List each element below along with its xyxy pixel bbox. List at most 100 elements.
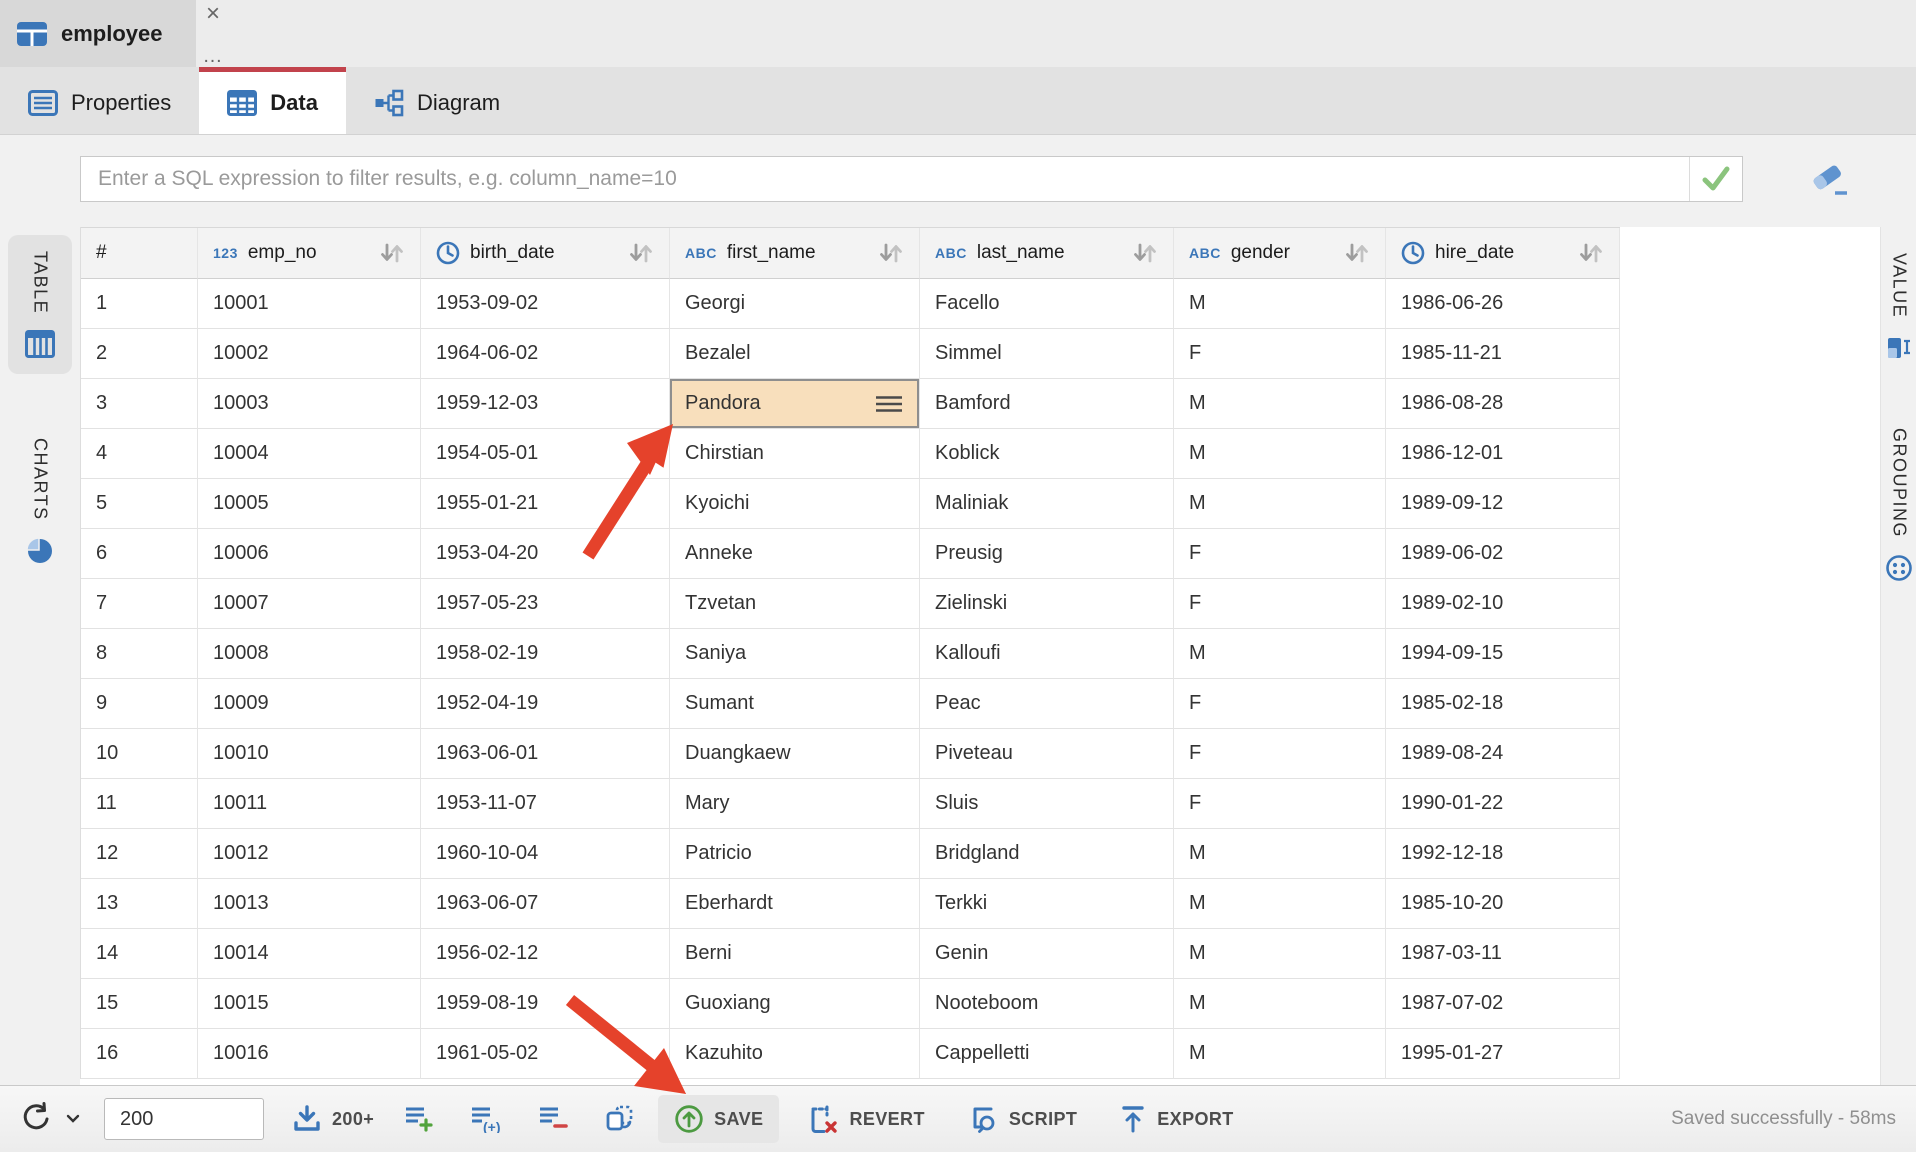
cell[interactable]: 1985-10-20 xyxy=(1386,879,1620,929)
cell[interactable]: 10009 xyxy=(198,679,421,729)
sql-filter-input[interactable] xyxy=(81,157,1689,201)
revert-button[interactable]: REVERT xyxy=(807,1103,924,1135)
cell[interactable]: 1985-11-21 xyxy=(1386,329,1620,379)
cell[interactable]: 1987-07-02 xyxy=(1386,979,1620,1029)
cell[interactable]: Bridgland xyxy=(920,829,1174,879)
cell[interactable]: 10006 xyxy=(198,529,421,579)
column-header-gender[interactable]: ABCgender xyxy=(1174,228,1386,279)
cell[interactable]: Zielinski xyxy=(920,579,1174,629)
row-limit-input[interactable] xyxy=(104,1098,264,1140)
row-number-cell[interactable]: 9 xyxy=(81,679,198,729)
cell[interactable]: 1986-06-26 xyxy=(1386,279,1620,329)
row-number-cell[interactable]: 10 xyxy=(81,729,198,779)
panel-tab-grouping[interactable]: GROUPING xyxy=(1881,412,1916,598)
cell[interactable]: Piveteau xyxy=(920,729,1174,779)
cell[interactable]: 1960-10-04 xyxy=(421,829,670,879)
cell[interactable]: Bezalel xyxy=(670,329,920,379)
add-row-button[interactable] xyxy=(404,1105,434,1133)
cell[interactable]: 1954-05-01 xyxy=(421,429,670,479)
sort-icon[interactable] xyxy=(878,242,904,264)
cell[interactable]: Sluis xyxy=(920,779,1174,829)
row-number-cell[interactable]: 2 xyxy=(81,329,198,379)
cell[interactable]: F xyxy=(1174,579,1386,629)
more-tabs-icon[interactable]: … xyxy=(203,49,224,63)
cell[interactable]: 10003 xyxy=(198,379,421,429)
cell[interactable]: Berni xyxy=(670,929,920,979)
cell[interactable]: 1959-08-19 xyxy=(421,979,670,1029)
cell[interactable]: M xyxy=(1174,479,1386,529)
cell[interactable]: Patricio xyxy=(670,829,920,879)
cell[interactable]: 1963-06-07 xyxy=(421,879,670,929)
cell[interactable]: Guoxiang xyxy=(670,979,920,1029)
cell[interactable]: 10015 xyxy=(198,979,421,1029)
close-tab-icon[interactable]: × xyxy=(206,2,220,26)
row-number-cell[interactable]: 14 xyxy=(81,929,198,979)
sort-icon[interactable] xyxy=(628,242,654,264)
row-number-cell[interactable]: 12 xyxy=(81,829,198,879)
cell[interactable]: 1958-02-19 xyxy=(421,629,670,679)
row-number-cell[interactable]: 8 xyxy=(81,629,198,679)
row-number-cell[interactable]: 5 xyxy=(81,479,198,529)
cell[interactable]: M xyxy=(1174,879,1386,929)
cell[interactable]: Kyoichi xyxy=(670,479,920,529)
selected-cell[interactable]: Pandora xyxy=(670,379,920,429)
cell[interactable]: Kalloufi xyxy=(920,629,1174,679)
cell[interactable]: 10010 xyxy=(198,729,421,779)
cell[interactable]: Chirstian xyxy=(670,429,920,479)
cell[interactable]: 1985-02-18 xyxy=(1386,679,1620,729)
cell[interactable]: F xyxy=(1174,779,1386,829)
cell[interactable]: 1961-05-02 xyxy=(421,1029,670,1079)
cell[interactable]: 10008 xyxy=(198,629,421,679)
cell[interactable]: 1956-02-12 xyxy=(421,929,670,979)
cell[interactable]: Eberhardt xyxy=(670,879,920,929)
cell[interactable]: 1963-06-01 xyxy=(421,729,670,779)
cell[interactable]: Cappelletti xyxy=(920,1029,1174,1079)
cell[interactable]: 1995-01-27 xyxy=(1386,1029,1620,1079)
cell[interactable]: 1989-06-02 xyxy=(1386,529,1620,579)
cell[interactable]: 10002 xyxy=(198,329,421,379)
cell[interactable]: Mary xyxy=(670,779,920,829)
cell[interactable]: 1953-11-07 xyxy=(421,779,670,829)
cell[interactable]: 1989-08-24 xyxy=(1386,729,1620,779)
cell[interactable]: Duangkaew xyxy=(670,729,920,779)
cell[interactable]: 1986-08-28 xyxy=(1386,379,1620,429)
cell[interactable]: M xyxy=(1174,979,1386,1029)
tab-properties[interactable]: Properties xyxy=(0,67,199,134)
cell[interactable]: 1987-03-11 xyxy=(1386,929,1620,979)
row-number-cell[interactable]: 3 xyxy=(81,379,198,429)
copy-cell-value-button[interactable] xyxy=(604,1104,636,1134)
delete-row-button[interactable] xyxy=(538,1105,568,1133)
cell[interactable]: 1994-09-15 xyxy=(1386,629,1620,679)
column-header-birth_date[interactable]: birth_date xyxy=(421,228,670,279)
cell[interactable]: 10014 xyxy=(198,929,421,979)
cell[interactable]: 10005 xyxy=(198,479,421,529)
cell[interactable]: 1953-09-02 xyxy=(421,279,670,329)
row-number-cell[interactable]: 4 xyxy=(81,429,198,479)
export-button[interactable]: EXPORT xyxy=(1119,1104,1233,1134)
row-number-cell[interactable]: 11 xyxy=(81,779,198,829)
save-button[interactable]: SAVE xyxy=(658,1095,779,1143)
cell[interactable]: M xyxy=(1174,929,1386,979)
column-header-first_name[interactable]: ABCfirst_name xyxy=(670,228,920,279)
cell[interactable]: 1953-04-20 xyxy=(421,529,670,579)
cell[interactable]: 1990-01-22 xyxy=(1386,779,1620,829)
cell[interactable]: Preusig xyxy=(920,529,1174,579)
column-header-emp_no[interactable]: 123emp_no xyxy=(198,228,421,279)
document-tab-employee[interactable]: employee xyxy=(0,0,196,67)
cell[interactable]: 1986-12-01 xyxy=(1386,429,1620,479)
cell[interactable]: 10004 xyxy=(198,429,421,479)
cell[interactable]: Sumant xyxy=(670,679,920,729)
row-number-cell[interactable]: 13 xyxy=(81,879,198,929)
column-header-hire_date[interactable]: hire_date xyxy=(1386,228,1620,279)
cell[interactable]: Peac xyxy=(920,679,1174,729)
sort-icon[interactable] xyxy=(1578,242,1604,264)
panel-tab-value[interactable]: VALUE xyxy=(1881,237,1916,376)
cell[interactable]: 10012 xyxy=(198,829,421,879)
cell[interactable]: 1959-12-03 xyxy=(421,379,670,429)
cell[interactable]: M xyxy=(1174,829,1386,879)
cell[interactable]: 1952-04-19 xyxy=(421,679,670,729)
cell[interactable]: M xyxy=(1174,429,1386,479)
cell[interactable]: Simmel xyxy=(920,329,1174,379)
cell[interactable]: 10013 xyxy=(198,879,421,929)
panel-tab-charts[interactable]: CHARTS xyxy=(8,422,72,581)
